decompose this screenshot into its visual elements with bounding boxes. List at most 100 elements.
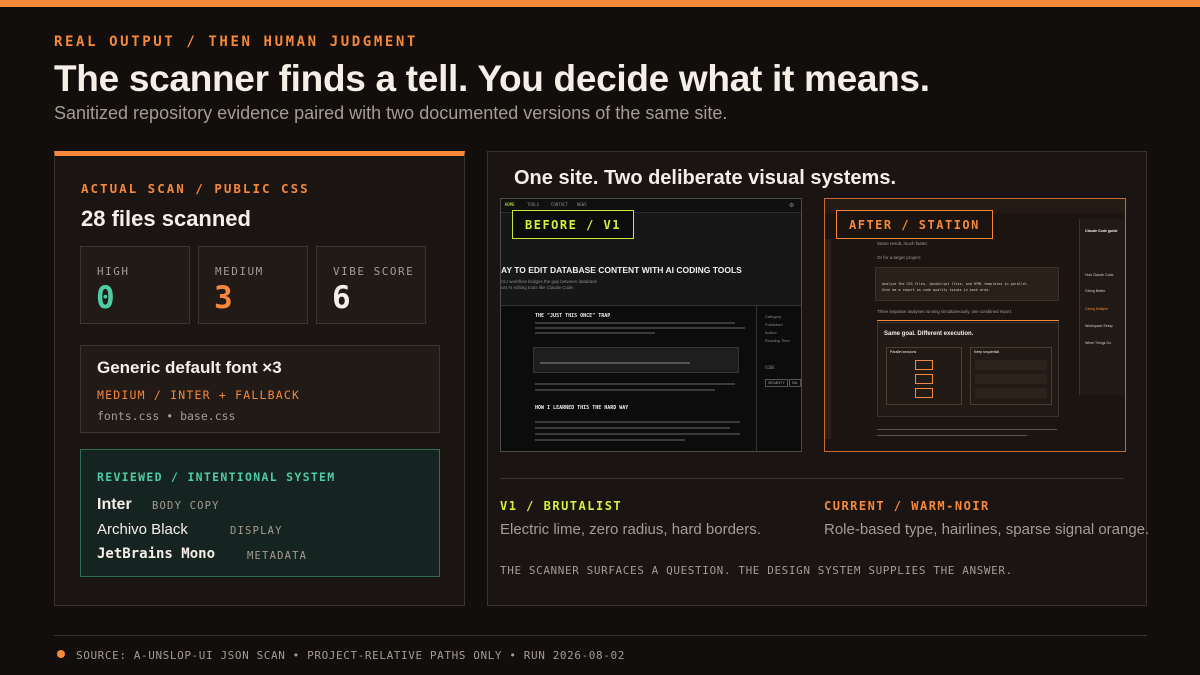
cur-side-item: Giving Multiple xyxy=(1085,307,1108,311)
metric-label: MEDIUM xyxy=(215,265,264,278)
font-role: DISPLAY xyxy=(230,525,283,537)
cur-code-line: Analyze the CSS files, JavaScript files,… xyxy=(882,282,1029,286)
cur-diagram-card: Same goal. Different execution. Parallel… xyxy=(877,322,1059,417)
cur-body-text: Or for a larger project: xyxy=(877,255,922,260)
footer-dot-icon xyxy=(57,650,65,658)
cur-step xyxy=(975,388,1047,398)
settings-icon: ⚙ xyxy=(789,203,795,209)
reviewed-card: REVIEWED / INTENTIONAL SYSTEM Inter BODY… xyxy=(80,449,440,577)
v1-nav-item: TOOLS xyxy=(527,202,540,207)
v1-sidebar: Category Published Author Reading Time xyxy=(765,313,790,345)
v1-side-item: Published xyxy=(765,322,783,327)
footer-divider xyxy=(54,635,1147,636)
v1-sub: CLI workflow bridges the gap between dat… xyxy=(501,279,598,284)
footer-source: SOURCE: A-UNSLOP-UI JSON SCAN • PROJECT-… xyxy=(76,649,625,662)
metric-label: VIBE SCORE xyxy=(333,265,415,278)
v1-sub: ust AI editing tools like Claude Code. xyxy=(501,285,575,290)
metric-value: 0 xyxy=(96,280,115,316)
current-label: CURRENT / WARM-NOIR xyxy=(824,499,990,513)
metric-label: HIGH xyxy=(97,265,130,278)
page-subtitle: Sanitized repository evidence paired wit… xyxy=(54,103,728,123)
cur-side-title: Claude Code guide xyxy=(1085,229,1118,233)
tell-card: Generic default font ×3 MEDIUM / INTER +… xyxy=(80,345,440,433)
after-station-tag: AFTER / STATION xyxy=(836,210,993,239)
reviewed-label: REVIEWED / INTENTIONAL SYSTEM xyxy=(97,470,336,484)
v1-headline: AY TO EDIT DATABASE CONTENT WITH AI CODI… xyxy=(501,265,742,275)
v1-code-block xyxy=(533,347,739,373)
v1-nav-item: HOME xyxy=(505,202,515,207)
scan-panel: ACTUAL SCAN / PUBLIC CSS 28 files scanne… xyxy=(54,151,465,606)
metric-medium: MEDIUM 3 xyxy=(198,246,308,324)
cur-step xyxy=(975,374,1047,384)
v1-text-line xyxy=(535,332,655,334)
font-name: Archivo Black xyxy=(97,521,188,538)
cur-node xyxy=(915,360,933,370)
cur-node xyxy=(915,388,933,398)
v1-text-line xyxy=(535,439,685,441)
v1-text-line xyxy=(535,433,740,435)
cur-side-item: How Claude Code xyxy=(1085,273,1114,277)
files-scanned: 28 files scanned xyxy=(81,206,251,231)
cur-code-block: Analyze the CSS files, JavaScript files,… xyxy=(875,267,1059,301)
cur-code-line: Give me a report on code quality issues … xyxy=(882,288,991,292)
cur-col-label: Parallel sessions xyxy=(890,350,917,354)
v1-screenshot: HOME TOOLS CONTACT NEWS ⚙ AY TO EDIT DAT… xyxy=(500,198,802,452)
v1-text-line xyxy=(535,322,735,324)
v1-side-item: Reading Time xyxy=(765,338,790,343)
v1-section-heading: THE "JUST THIS ONCE" TRAP xyxy=(535,313,611,319)
v1-text-line xyxy=(535,389,715,391)
cur-col-parallel: Parallel sessions xyxy=(886,347,962,405)
cur-left-rail xyxy=(825,239,831,439)
v1-label: V1 / BRUTALIST xyxy=(500,499,623,513)
v1-nav-item: CONTACT xyxy=(551,202,568,207)
tell-files: fonts.css • base.css xyxy=(97,409,236,423)
before-v1-tag: BEFORE / V1 xyxy=(512,210,634,239)
systems-panel: One site. Two deliberate visual systems.… xyxy=(487,151,1150,606)
cur-text-line xyxy=(877,435,1027,436)
eyebrow: REAL OUTPUT / THEN HUMAN JUDGMENT xyxy=(54,34,418,50)
cur-body-text: Same result, much faster. xyxy=(877,241,929,246)
metric-vibe-score: VIBE SCORE 6 xyxy=(316,246,426,324)
systems-divider xyxy=(500,478,1124,479)
v1-text-line xyxy=(535,383,735,385)
cur-card-title: Same goal. Different execution. xyxy=(884,331,974,337)
current-description: Role-based type, hairlines, sparse signa… xyxy=(824,521,1150,538)
tell-title: Generic default font ×3 xyxy=(97,358,282,377)
v1-nav-item: NEWS xyxy=(577,202,587,207)
v1-code-label: CODE xyxy=(765,365,775,370)
v1-side-item: Category xyxy=(765,314,782,319)
font-name: JetBrains Mono xyxy=(97,546,216,562)
v1-sidebar-rule xyxy=(756,305,757,451)
v1-code-line xyxy=(540,362,690,364)
cur-col-sequential: Keep sequential xyxy=(970,347,1052,405)
metric-high: HIGH 0 xyxy=(80,246,190,324)
cur-side-item: Giving Better xyxy=(1085,289,1106,293)
current-screenshot: Same result, much faster. Or for a large… xyxy=(824,198,1126,452)
metric-value: 3 xyxy=(214,280,233,316)
v1-side-item: Author xyxy=(765,330,777,335)
cur-sidebar: Claude Code guide How Claude Code Giving… xyxy=(1079,219,1125,395)
v1-text-line xyxy=(535,327,745,329)
cur-body-text: Three separate analyses running simultan… xyxy=(877,309,1013,314)
cur-text-line xyxy=(877,429,1057,430)
v1-text-line xyxy=(535,427,730,429)
v1-description: Electric lime, zero radius, hard borders… xyxy=(500,521,761,538)
scan-label: ACTUAL SCAN / PUBLIC CSS xyxy=(81,181,310,196)
v1-section-heading: HOW I LEARNED THIS THE HARD WAY xyxy=(535,405,629,411)
v1-text-line xyxy=(535,421,740,423)
font-role: METADATA xyxy=(247,550,308,562)
systems-note: THE SCANNER SURFACES A QUESTION. THE DES… xyxy=(500,564,1013,577)
metric-value: 6 xyxy=(332,280,351,316)
page-title: The scanner finds a tell. You decide wha… xyxy=(54,58,930,99)
systems-title: One site. Two deliberate visual systems. xyxy=(514,167,897,189)
cur-side-item: Workspace Setup xyxy=(1085,324,1113,328)
v1-chip: SECURITY xyxy=(765,379,788,387)
top-accent-bar xyxy=(0,0,1200,7)
cur-step xyxy=(975,360,1047,370)
cur-accent-rule xyxy=(877,320,1059,321)
cur-side-item: When Things Go xyxy=(1085,341,1112,345)
font-name: Inter xyxy=(97,496,132,513)
v1-chip: SQL xyxy=(789,379,801,387)
tell-meta: MEDIUM / INTER + FALLBACK xyxy=(97,388,301,402)
cur-node xyxy=(915,374,933,384)
